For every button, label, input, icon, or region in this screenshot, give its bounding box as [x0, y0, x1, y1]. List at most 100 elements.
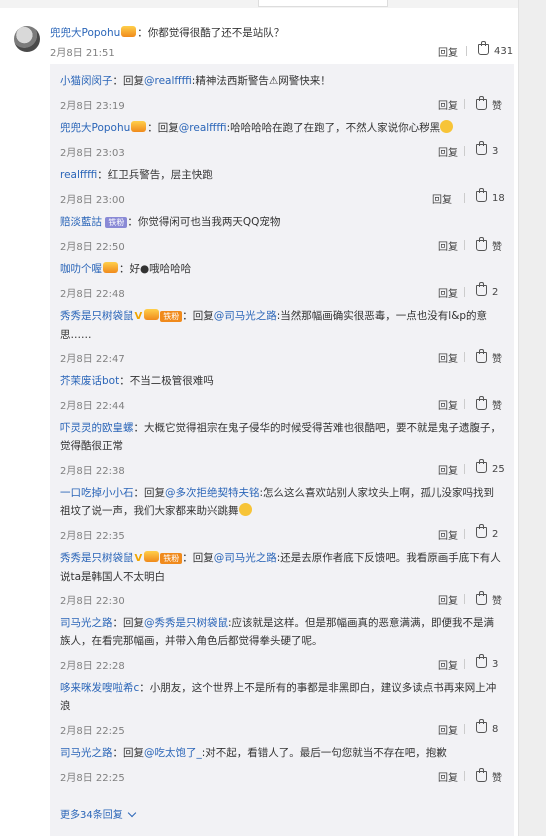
like-count: 赞	[492, 401, 502, 412]
comment-username[interactable]: 兜兜大Popohu	[50, 27, 120, 39]
reply-button[interactable]: 回复	[438, 44, 458, 59]
reply-time: 2月8日 23:00	[60, 195, 125, 206]
like-count: 赞	[492, 354, 502, 365]
divider	[466, 46, 467, 56]
list-item: 赔淡藍詁 铁粉 ：你觉得闲可也当我两天QQ宠物 2月8日 22:50 回复 赞	[50, 211, 514, 253]
mention-link[interactable]: @司马光之路	[214, 552, 277, 564]
list-item: 兜兜大Popohu ：回复@realffffi:哈哈哈哈在跑了在跑了，不然人家说你…	[50, 117, 514, 159]
list-item: 秀秀是只树袋鼠V 铁粉 ：回复@司马光之路:还是去原作者底下反馈吧。我看原画手底下有…	[50, 547, 514, 607]
reply-username[interactable]: 小猫闵闵子	[60, 75, 113, 87]
like-count: 2	[492, 287, 499, 298]
reply-time: 2月8日 23:19	[60, 101, 125, 112]
reply-username[interactable]: 兜兜大Popohu	[60, 122, 130, 134]
reply-prefix: ：回复	[133, 487, 166, 499]
reply-button[interactable]: 回复	[438, 350, 458, 365]
reply-username[interactable]: 秀秀是只树袋鼠	[60, 552, 134, 564]
thumbs-up-icon	[476, 282, 487, 296]
reply-button[interactable]: 回复	[438, 462, 458, 477]
reply-button[interactable]: 回复	[438, 397, 458, 412]
divider	[464, 594, 465, 604]
thumbs-up-icon	[476, 237, 487, 251]
divider	[464, 724, 465, 734]
reply-button[interactable]: 回复	[438, 97, 458, 112]
reply-button[interactable]: 回复	[438, 592, 458, 607]
reply-button[interactable]: 回复	[438, 238, 458, 253]
reply-button[interactable]: 回复	[438, 769, 458, 784]
list-item: 小猫闵闵子：回复@realffffi:精神法西斯警告⚠网警快来！ 2月8日 23…	[50, 70, 514, 112]
reply-username[interactable]: 咖叻个喔	[60, 263, 102, 275]
reply-username[interactable]: realffffi	[60, 169, 97, 181]
thumbs-up-icon	[476, 96, 487, 110]
reply-text: :对不起，看错人了。最后一句您就当不存在吧，抱歉	[201, 747, 447, 759]
fan-badge: 铁粉	[160, 553, 183, 564]
like-button[interactable]: 赞	[476, 349, 502, 365]
comment-text: ：你都觉得很酷了还不是站队？	[137, 27, 285, 39]
reply-prefix: ：回复	[112, 75, 145, 87]
like-count: 赞	[492, 101, 502, 112]
like-button[interactable]: 18	[476, 188, 505, 204]
divider	[464, 99, 465, 109]
reply-username[interactable]: 哆来咪发嗖啦希c	[60, 682, 139, 694]
reply-button[interactable]: 回复	[438, 722, 458, 737]
list-item: 吓灵灵的欧皇螺：大概它觉得祖宗在鬼子侵华的时候受得苦难也很酷吧，要不就是鬼子遗腹…	[50, 417, 514, 477]
like-button[interactable]: 赞	[476, 396, 502, 412]
like-button[interactable]: 8	[476, 719, 498, 735]
like-button[interactable]: 3	[476, 654, 498, 670]
like-button[interactable]: 3	[476, 141, 498, 157]
like-button[interactable]: 2	[476, 282, 499, 298]
like-button[interactable]: 赞	[476, 237, 502, 253]
like-button[interactable]: 赞	[476, 768, 502, 784]
more-replies-label: 更多34条回复	[60, 810, 123, 821]
like-count: 25	[492, 464, 505, 475]
member-badge-icon	[144, 551, 160, 562]
list-item: 一口吃掉小小石：回复@多次拒绝契特夫铭:怎么这么喜欢站别人家坟头上啊，孤儿没家吗…	[50, 482, 514, 542]
reply-username[interactable]: 秀秀是只树袋鼠	[60, 310, 134, 322]
divider	[464, 771, 465, 781]
mention-link[interactable]: @realffffi	[144, 75, 192, 87]
list-item: 秀秀是只树袋鼠V 铁粉 ：回复@司马光之路:当然那幅画确实很恶毒，一点也没有l&p的…	[50, 305, 514, 365]
reply-username[interactable]: 司马光之路	[60, 747, 113, 759]
reply-time: 2月8日 23:03	[60, 148, 125, 159]
reply-time: 2月8日 22:35	[60, 531, 125, 542]
reply-time: 2月8日 22:25	[60, 726, 125, 737]
reply-button[interactable]: 回复	[438, 144, 458, 159]
like-count: 赞	[492, 242, 502, 253]
like-button[interactable]: 2	[476, 524, 498, 540]
mention-link[interactable]: @吃太饱了_	[144, 747, 202, 759]
reply-button[interactable]: 回复	[438, 657, 458, 672]
mention-link[interactable]: @司马光之路	[214, 310, 277, 322]
list-item: 司马光之路：回复@吃太饱了_:对不起，看错人了。最后一句您就当不存在吧，抱歉 2…	[50, 742, 514, 784]
fan-badge: 铁粉	[105, 217, 128, 228]
more-replies-link[interactable]: 更多34条回复	[60, 806, 136, 821]
mention-link[interactable]: @秀秀是只树袋鼠	[144, 617, 228, 629]
thumbs-up-icon	[476, 768, 487, 782]
reply-prefix: ：回复	[182, 552, 214, 564]
avatar[interactable]	[14, 26, 40, 52]
like-button[interactable]: 赞	[476, 591, 502, 607]
mention-link[interactable]: @多次拒绝契特夫铭	[165, 487, 260, 499]
reply-username[interactable]: 吓灵灵的欧皇螺	[60, 422, 134, 434]
reply-button[interactable]: 回复	[432, 191, 452, 206]
thumbs-up-icon	[476, 459, 487, 473]
reply-prefix: ：好	[119, 263, 140, 275]
mention-link[interactable]: @realffffi	[179, 122, 227, 134]
reply-time: 2月8日 22:25	[60, 773, 125, 784]
like-button[interactable]: 25	[476, 459, 505, 475]
list-item: 芥茉废话bot：不当二极管很难吗 2月8日 22:44 回复 赞	[50, 370, 514, 412]
like-button[interactable]: 赞	[476, 96, 502, 112]
reply-username[interactable]: 一口吃掉小小石	[60, 487, 134, 499]
reply-username[interactable]: 赔淡藍詁	[60, 216, 102, 228]
like-button[interactable]: 431	[478, 41, 513, 57]
reply-button[interactable]: 回复	[438, 527, 458, 542]
divider	[464, 399, 465, 409]
thumbs-up-icon	[476, 719, 487, 733]
divider	[464, 146, 465, 156]
reply-username[interactable]: 芥茉废话bot	[60, 375, 119, 387]
list-item: 哆来咪发嗖啦希c：小朋友，这个世界上不是所有的事都是非黑即白，建议多读点书再来网…	[50, 677, 514, 737]
reply-button[interactable]: 回复	[438, 285, 458, 300]
reply-time: 2月8日 22:50	[60, 242, 125, 253]
right-scrollbar-strip[interactable]	[518, 0, 546, 836]
thumbs-up-icon	[476, 141, 487, 155]
divider	[464, 529, 465, 539]
reply-username[interactable]: 司马光之路	[60, 617, 113, 629]
